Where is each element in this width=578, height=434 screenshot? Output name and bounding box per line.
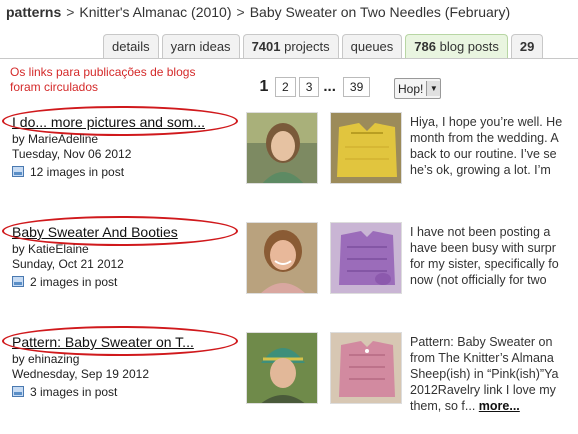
post-thumbnail[interactable]	[330, 222, 402, 294]
blog-post: Pattern: Baby Sweater on T... by ehinazi…	[0, 326, 578, 434]
breadcrumb-pattern-link[interactable]: Baby Sweater on Two Needles (February)	[250, 4, 510, 20]
dropdown-arrow-icon: ▼	[426, 81, 441, 96]
tab-projects[interactable]: 7401 projects	[242, 34, 339, 59]
post-author[interactable]: by ehinazing	[12, 352, 79, 366]
post-image-count: 3 images in post	[12, 385, 117, 399]
author-avatar[interactable]	[246, 112, 318, 184]
tab-details[interactable]: details	[103, 34, 159, 59]
breadcrumb-patterns-link[interactable]: patterns	[6, 4, 61, 20]
breadcrumb-separator: >	[236, 4, 245, 20]
blog-posts-count: 786	[414, 39, 436, 54]
pagination: 1 2 3... 39	[256, 77, 371, 97]
tab-divider	[0, 58, 578, 59]
post-excerpt: Hiya, I hope you’re well. He month from …	[410, 115, 563, 177]
post-author[interactable]: by MarieAdeline	[12, 132, 98, 146]
post-date: Sunday, Oct 21 2012	[12, 257, 124, 271]
blog-post: Baby Sweater And Booties by KatieElaine …	[0, 216, 578, 324]
tab-bar: details yarn ideas 7401 projects queues 786 …	[103, 34, 546, 59]
page-jump-label: Hop!	[398, 81, 424, 96]
tab-blog-posts[interactable]: 786 blog posts	[405, 34, 508, 59]
page-link-3[interactable]: 3	[298, 77, 320, 97]
tab-more[interactable]: 29	[510, 34, 544, 59]
post-thumbnail[interactable]	[330, 332, 402, 404]
current-page: 1	[259, 78, 269, 95]
post-excerpt: Pattern: Baby Sweater on from The Knitte…	[410, 335, 559, 413]
breadcrumb: patterns > Knitter's Almanac (2010) > Baby S…	[6, 4, 510, 20]
author-avatar[interactable]	[246, 332, 318, 404]
author-avatar[interactable]	[246, 222, 318, 294]
breadcrumb-book-link[interactable]: Knitter's Almanac (2010)	[79, 4, 231, 20]
pagination-ellipsis: ...	[323, 78, 336, 95]
page-link-2[interactable]: 2	[275, 77, 296, 97]
post-image-count: 12 images in post	[12, 165, 124, 179]
read-more-link[interactable]: more...	[479, 399, 520, 413]
blog-post: I do... more pictures and som... by Mari…	[0, 106, 578, 214]
post-author[interactable]: by KatieElaine	[12, 242, 89, 256]
post-thumbnail[interactable]	[330, 112, 402, 184]
breadcrumb-separator: >	[66, 4, 75, 20]
post-excerpt: I have not been posting a have been busy…	[410, 225, 559, 287]
tab-queues[interactable]: queues	[341, 34, 403, 59]
projects-count: 7401	[251, 39, 281, 54]
post-date: Tuesday, Nov 06 2012	[12, 147, 132, 161]
page-link-last[interactable]: 39	[342, 77, 371, 97]
post-date: Wednesday, Sep 19 2012	[12, 367, 149, 381]
tab-yarn-ideas[interactable]: yarn ideas	[161, 34, 240, 59]
image-icon	[12, 386, 24, 397]
annotation-note: Os links para publicações de blogs foram…	[10, 65, 196, 94]
page-jump-select[interactable]: Hop! ▼	[394, 78, 442, 99]
image-icon	[12, 166, 24, 177]
image-icon	[12, 276, 24, 287]
post-image-count: 2 images in post	[12, 275, 117, 289]
